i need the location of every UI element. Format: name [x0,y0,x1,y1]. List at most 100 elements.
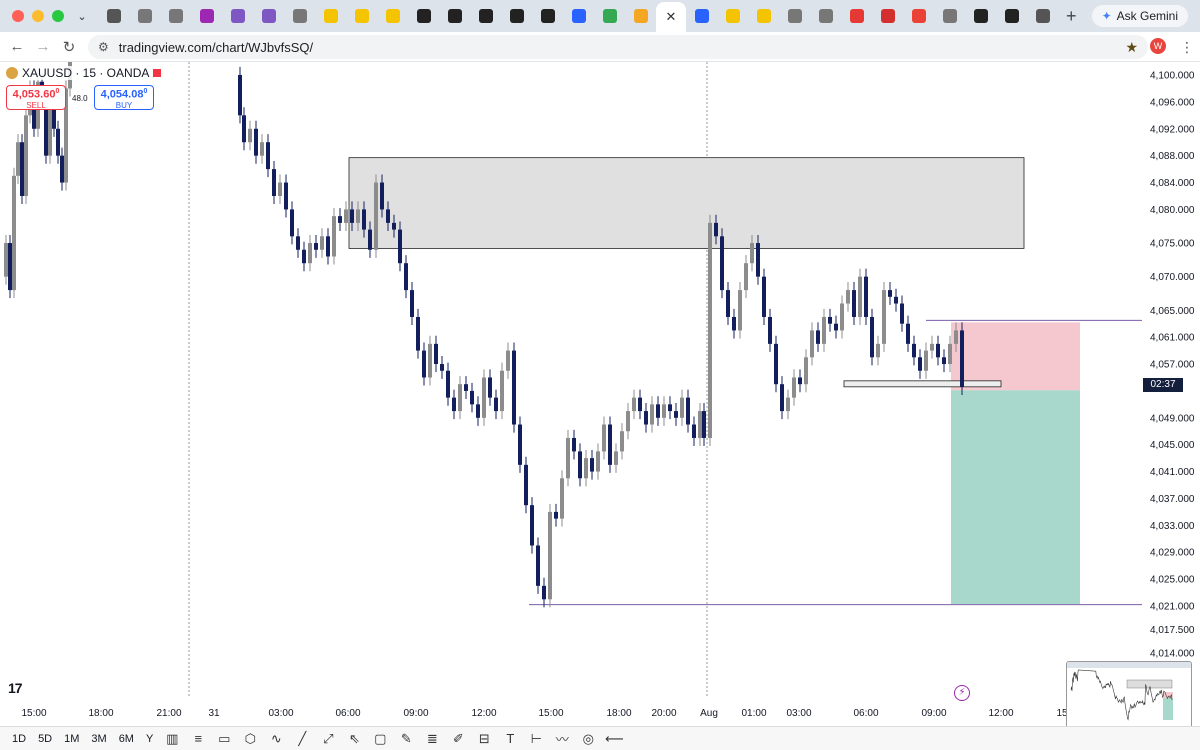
browser-tab-6[interactable] [284,3,315,29]
candle-body [52,108,56,129]
browser-tab-17[interactable] [625,3,656,29]
fib-icon[interactable]: ≣ [423,730,441,748]
browser-tab-28[interactable] [965,3,996,29]
browser-tab-14[interactable] [532,3,563,29]
minimap-target-zone [1163,698,1173,720]
candle-body [572,437,576,452]
browser-tab-10[interactable] [408,3,439,29]
ask-gemini-button[interactable]: ✦ Ask Gemini [1091,5,1188,27]
y-tick-label: 4,021.000 [1150,602,1195,613]
timeframe-y[interactable]: Y [144,733,155,745]
back-arrow-icon[interactable]: ← [4,38,30,55]
path-icon[interactable]: ∿ [267,730,285,748]
profile-avatar[interactable]: W [1150,38,1166,54]
candles-icon[interactable]: ▥ [163,730,181,748]
buy-price-sup: 0 [143,88,148,95]
bookmark-star-icon[interactable]: ★ [1125,39,1138,56]
buy-button[interactable]: 4,054.080 BUY [94,85,154,110]
forward-arrow-icon[interactable]: → [30,38,56,55]
browser-tab-9[interactable] [377,3,408,29]
candle-body [810,330,814,358]
candle-body [24,115,28,196]
browser-tab-0[interactable] [98,3,129,29]
x-tick-label: 15:00 [538,708,563,719]
browser-tab-4[interactable] [222,3,253,29]
pattern-icon[interactable]: ⬡ [241,730,259,748]
tab-search-chevron-icon[interactable]: ⌄ [72,6,92,26]
text-icon[interactable]: T [501,730,519,748]
timeframe-3m[interactable]: 3M [89,733,108,745]
ellipse-icon[interactable]: ◎ [579,730,597,748]
candle-body [680,397,684,418]
candle-body [656,404,660,418]
browser-tab-22[interactable] [779,3,810,29]
close-icon[interactable]: ✕ [666,9,677,25]
browser-tab-26[interactable] [903,3,934,29]
note-icon[interactable]: ▢ [371,730,389,748]
chrome-icon [942,9,957,23]
line-icon[interactable]: ⟵ [605,730,624,748]
timeframe-5d[interactable]: 5D [36,733,54,745]
browser-tab-24[interactable] [841,3,872,29]
rect-icon[interactable]: ▭ [215,730,233,748]
browser-tab-7[interactable] [315,3,346,29]
candle-body [266,142,270,170]
browser-tab-19[interactable] [686,3,717,29]
buy-label: BUY [115,100,133,110]
browser-tab-8[interactable] [346,3,377,29]
tradingview-logo[interactable]: 17 [8,680,23,696]
chart-area[interactable]: 4,100.000 4,096.000 4,092.000 4,088.000 4,08… [0,62,1200,750]
new-tab-button[interactable]: + [1066,6,1077,27]
lines-icon[interactable]: ≡ [189,730,207,748]
spread-value: 48.0 [72,94,88,103]
browser-tab-11[interactable] [439,3,470,29]
browser-tab-29[interactable] [996,3,1027,29]
sell-button[interactable]: 4,053.600 SELL [6,85,66,110]
cursor-icon[interactable]: ⇖ [345,730,363,748]
browser-tab-21[interactable] [748,3,779,29]
market-status-icon [153,69,162,77]
browser-tab-18[interactable]: ✕ [656,2,686,32]
wave-icon[interactable]: 〰 [553,730,571,748]
browser-tab-13[interactable] [501,3,532,29]
pen-icon[interactable]: ✐ [449,730,467,748]
browser-tab-30[interactable] [1027,3,1058,29]
trend-icon[interactable]: ⤢ [319,730,337,748]
price-chart[interactable]: 4,100.000 4,096.000 4,092.000 4,088.000 4,08… [0,62,1200,726]
close-window-button[interactable] [12,10,24,22]
browser-tab-25[interactable] [872,3,903,29]
maximize-window-button[interactable] [52,10,64,22]
minimize-window-button[interactable] [32,10,44,22]
address-bar[interactable]: ⚙ tradingview.com/chart/WJbvfsSQ/ ★ [88,35,1148,59]
browser-tab-16[interactable] [594,3,625,29]
browser-tab-2[interactable] [160,3,191,29]
ray-icon[interactable]: ╱ [293,730,311,748]
ex-icon [323,9,338,23]
symbol-legend[interactable]: XAUUSD · 15 · OANDA [6,66,162,80]
candle-body [744,263,748,291]
timeframe-1d[interactable]: 1D [10,733,28,745]
browser-tab-12[interactable] [470,3,501,29]
timeframe-6m[interactable]: 6M [117,733,136,745]
brush-icon[interactable]: ✎ [397,730,415,748]
timeframe-1m[interactable]: 1M [62,733,81,745]
browser-tab-1[interactable] [129,3,160,29]
candle-body [296,236,300,250]
y-tick-label: 4,084.000 [1150,178,1195,189]
x-tick-label: 06:00 [853,708,878,719]
measure-icon[interactable]: ⊟ [475,730,493,748]
browser-tab-15[interactable] [563,3,594,29]
browser-tab-27[interactable] [934,3,965,29]
browser-tab-23[interactable] [810,3,841,29]
price-range-icon[interactable]: ⊢ [527,730,545,748]
browser-tab-20[interactable] [717,3,748,29]
candle-body [662,404,666,418]
candle-body [626,411,630,432]
site-settings-icon[interactable]: ⚙ [98,40,109,54]
browser-tab-5[interactable] [253,3,284,29]
reload-icon[interactable]: ↻ [56,38,82,56]
target-zone [951,390,1080,604]
browser-menu-icon[interactable]: ⋮ [1180,39,1194,56]
browser-tab-3[interactable] [191,3,222,29]
lightning-icon[interactable]: ⚡ [954,685,970,701]
